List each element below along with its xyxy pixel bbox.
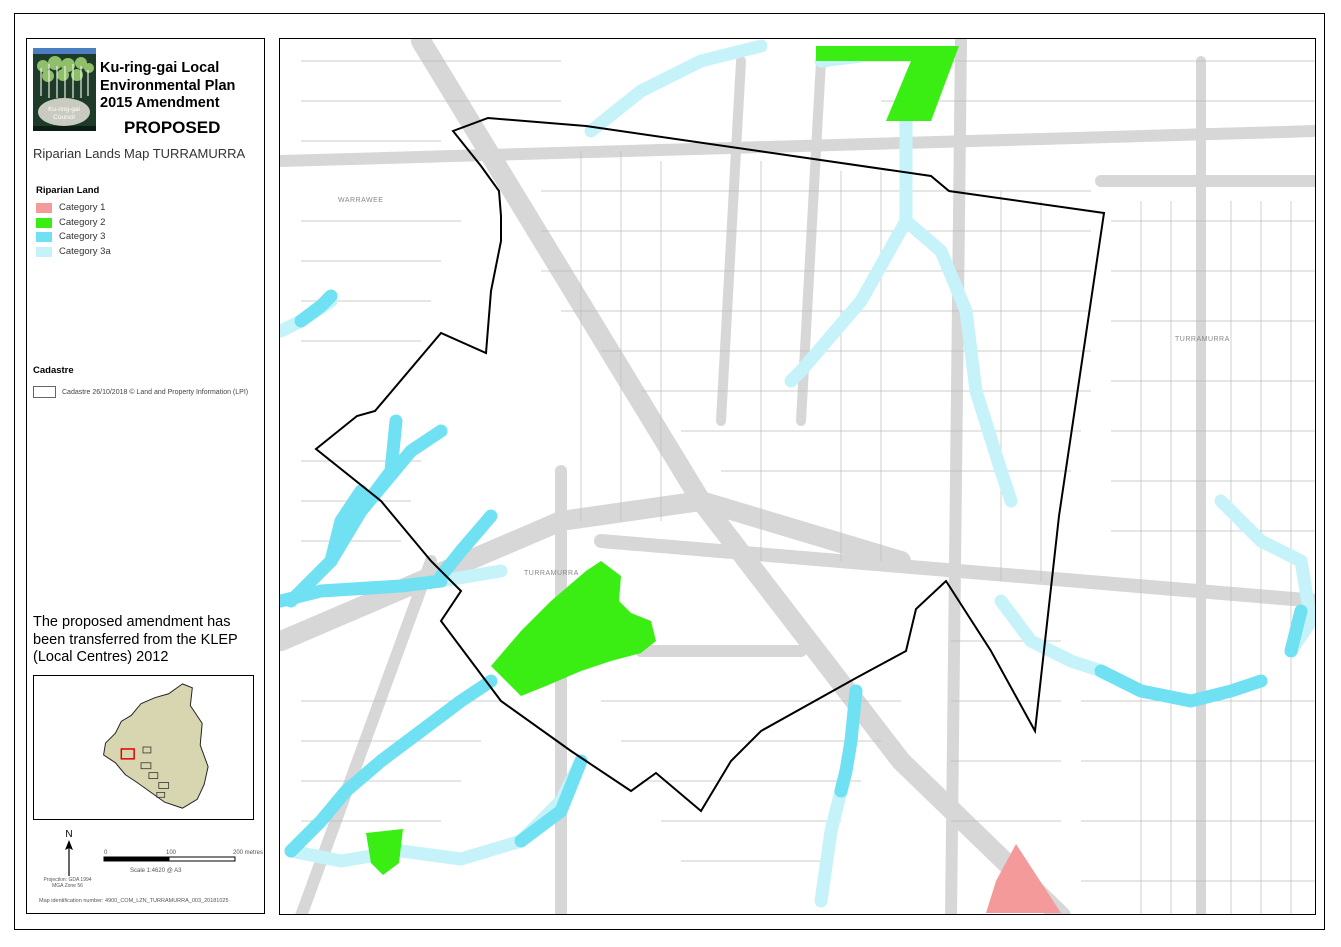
legend-label: Category 2 xyxy=(59,217,106,228)
cadastre-lots xyxy=(301,60,1315,914)
status-label: PROPOSED xyxy=(124,118,221,137)
plan-title: Ku-ring-gai Local Environmental Plan 201… xyxy=(100,60,260,113)
map-label-turramurra-east: TURRAMURRA xyxy=(1175,336,1230,343)
legend-label: Cadastre 26/10/2018 © Land and Property … xyxy=(62,388,249,396)
legend-label: Category 3a xyxy=(59,246,111,257)
local-centre-boundary xyxy=(314,116,1106,813)
legend-item-category-3: Category 3 xyxy=(36,231,105,242)
legend-item-category-3a: Category 3a xyxy=(36,246,111,257)
category-2-southwest xyxy=(366,829,403,875)
scale-tick-100: 100 xyxy=(166,850,177,856)
legend-item-category-1: Category 1 xyxy=(36,202,105,213)
scale-tick-0: 0 xyxy=(104,850,108,856)
scale-tick-200: 200 metres xyxy=(233,850,263,856)
map-label-turramurra-centre: TURRAMURRA xyxy=(524,570,579,577)
category-2-turramurra-centre xyxy=(491,561,656,696)
legend-riparian-heading: Riparian Land xyxy=(36,185,100,196)
council-logo: Ku-ring-gai Council xyxy=(33,48,96,131)
legend-swatch xyxy=(33,386,56,398)
svg-text:Council: Council xyxy=(53,114,75,121)
cadastre-roads xyxy=(280,39,1315,914)
amendment-note: The proposed amendment has been transfer… xyxy=(33,614,238,665)
plan-title-line-3: 2015 Amendment xyxy=(100,95,220,111)
legend-swatch xyxy=(36,231,52,242)
riparian-category-2 xyxy=(366,46,959,875)
category-2-north xyxy=(816,46,959,121)
legend-cadastre-heading: Cadastre xyxy=(33,365,74,376)
map-title: Riparian Lands Map TURRAMURRA xyxy=(33,146,246,161)
plan-title-line-2: Environmental Plan xyxy=(100,77,236,94)
riparian-map xyxy=(280,39,1315,914)
legend-item-category-2: Category 2 xyxy=(36,217,105,228)
north-label: N xyxy=(65,829,72,840)
legend-label: Category 3 xyxy=(59,231,106,242)
north-arrow-icon: N xyxy=(65,829,73,876)
projection-line-2: MGA Zone 56 xyxy=(52,883,83,889)
legend-item-cadastre: Cadastre 26/10/2018 © Land and Property … xyxy=(33,386,248,398)
projection-info: Projection: GDA 1994 MGA Zone 56 xyxy=(40,877,95,889)
legend-swatch xyxy=(36,202,52,213)
legend-swatch xyxy=(36,217,52,228)
map-label-warrawee: WARRAWEE xyxy=(338,197,384,204)
plan-title-line-1: Ku-ring-gai Local xyxy=(100,60,220,76)
map-identification-number: Map identification number: 4900_COM_LZN_… xyxy=(39,898,229,904)
legend-label: Category 1 xyxy=(59,202,106,213)
scale-bar: 0 100 200 metres xyxy=(103,850,263,862)
scale-ratio: Scale 1:4620 @ A3 xyxy=(130,868,182,874)
map-frame[interactable]: WARRAWEE TURRAMURRA TURRAMURRA xyxy=(279,38,1316,915)
legend-swatch xyxy=(36,246,52,257)
riparian-category-3a xyxy=(280,39,1315,908)
locality-inset-map xyxy=(33,675,254,820)
lga-boundary-shape xyxy=(103,683,209,809)
svg-text:Ku-ring-gai: Ku-ring-gai xyxy=(48,106,80,113)
